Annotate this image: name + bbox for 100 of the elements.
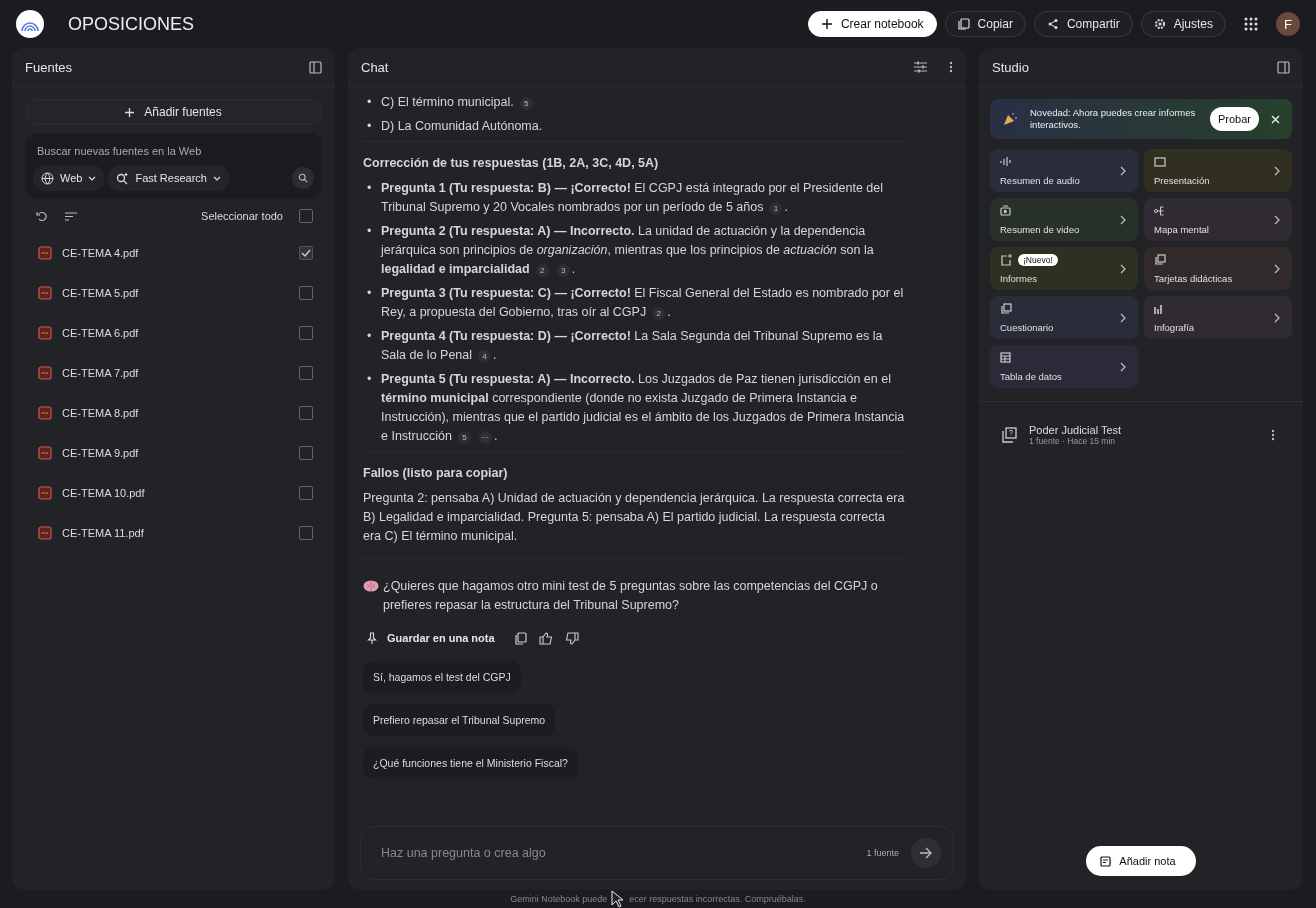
search-icon [298,172,308,184]
add-sources-button[interactable]: Añadir fuentes [25,99,322,125]
source-name[interactable]: CE-TEMA 7.pdf [62,367,289,379]
source-name[interactable]: CE-TEMA 8.pdf [62,407,289,419]
flashcards-icon [1154,253,1166,266]
tune-icon[interactable] [914,61,927,73]
chevron-right-icon [1274,313,1280,323]
source-checkbox[interactable] [299,526,313,540]
note-title: Poder Judicial Test [1029,424,1122,436]
studio-tile[interactable]: Cuestionario [990,296,1138,339]
sort-icon[interactable] [65,211,77,221]
studio-tile[interactable]: Mapa mental [1144,198,1292,241]
refresh-icon[interactable] [36,210,49,222]
chevron-right-icon [1120,264,1126,274]
app-logo-icon[interactable] [16,10,44,38]
copy-button[interactable]: Copiar [944,11,1026,37]
studio-tile[interactable]: Presentación [1144,149,1292,192]
pdf-file-icon [38,446,52,460]
chevron-right-icon [1274,166,1280,176]
bar-chart-icon [1154,303,1164,314]
chevron-right-icon [1120,362,1126,372]
suggestion-chip[interactable]: Prefiero repasar el Tribunal Supremo [363,704,556,736]
source-checkbox[interactable] [299,446,313,460]
studio-tile[interactable]: Tabla de datos [990,345,1138,388]
source-name[interactable]: CE-TEMA 11.pdf [62,527,289,539]
note-meta: 1 fuente · Hace 15 min [1029,436,1116,446]
select-all-checkbox[interactable] [299,209,313,223]
thumbs-down-icon[interactable] [564,631,579,645]
caret-icon [212,175,221,181]
citation-badge[interactable]: 4 [478,350,492,363]
source-name[interactable]: CE-TEMA 6.pdf [62,327,289,339]
suggestion-chip[interactable]: ¿Qué funciones tiene el Ministerio Fiscal? [363,747,578,779]
citation-badge[interactable]: 1 [769,202,783,215]
notebook-title: OPOSICIONES [68,13,195,35]
citation-badge[interactable]: 5 [457,431,471,444]
citation-badge[interactable]: 2 [652,307,666,320]
suggestion-chip[interactable]: Sí, hagamos el test del CGPJ [363,661,521,693]
chevron-right-icon [1120,313,1126,323]
close-icon[interactable] [1271,114,1280,124]
chat-input-field[interactable]: Haz una pregunta o crea algo [379,845,855,861]
collapse-panel-icon[interactable] [1277,60,1290,74]
try-button[interactable]: Probar [1209,107,1259,131]
slides-icon [1154,156,1166,167]
source-name[interactable]: CE-TEMA 5.pdf [62,287,289,299]
bullet-marker: • [367,180,373,197]
source-checkbox[interactable] [299,486,313,500]
studio-tile[interactable]: Resumen de video [990,198,1138,241]
studio-tile[interactable]: Tarjetas didácticas [1144,247,1292,290]
source-name[interactable]: CE-TEMA 9.pdf [62,447,289,459]
sparkle-search-icon [116,171,130,185]
thumbs-up-icon[interactable] [538,631,553,645]
section-heading: Fallos (listo para copiar) [363,465,509,482]
correction-text: Pregunta 3 (Tu respuesta: C) — ¡Correcto! El Fiscal General del Estado es nombrado por el Rey, a propuesta del Gobierno, tras oír al CGPJ 2 . [381,285,905,322]
globe-icon [41,171,54,185]
bullet-marker: • [367,328,373,345]
more-icon[interactable] [1271,429,1275,441]
chevron-right-icon [1274,264,1280,274]
source-checkbox[interactable] [299,406,313,420]
create-notebook-button[interactable]: Crear notebook [807,11,937,37]
note-icon [1100,855,1112,867]
source-checkbox[interactable] [299,366,313,380]
search-button[interactable] [292,167,314,189]
studio-tile[interactable]: Resumen de audio [990,149,1138,192]
source-name[interactable]: CE-TEMA 4.pdf [62,247,289,259]
send-button[interactable] [911,838,941,868]
panel-title: Fuentes [25,59,72,75]
citation-badge[interactable]: 2 [535,264,549,277]
bullet-marker: • [367,223,373,240]
pin-icon [367,632,377,644]
research-mode-button[interactable]: Fast Research [108,165,229,191]
panel-title: Chat [361,59,389,75]
citation-badge[interactable]: ⋯ [478,431,492,444]
share-button[interactable]: Compartir [1033,11,1133,37]
studio-tile[interactable]: ¡Nuevo! Informes [990,247,1138,290]
copy-icon[interactable] [514,631,527,645]
web-search-field[interactable]: Buscar nuevas fuentes en la Web [33,141,322,165]
citation-badge[interactable]: 5 [519,97,533,110]
copy-icon [957,18,970,30]
bullet-marker: • [367,118,373,135]
add-note-button[interactable]: Añadir nota [1086,846,1196,876]
source-checkbox[interactable] [299,246,313,260]
source-name[interactable]: CE-TEMA 10.pdf [62,487,289,499]
saved-quiz-item[interactable]: Poder Judicial Test 1 fuente · Hace 15 min [979,402,1303,446]
share-icon [1046,18,1059,30]
studio-tile[interactable]: Infografía [1144,296,1292,339]
web-dropdown-button[interactable]: Web [33,165,105,191]
correction-text: Pregunta 5 (Tu respuesta: A) — Incorrecto. Los Juzgados de Paz tienen jurisdicción en el término municipal correspondiente (donde no exista Juzgado de Primera Instancia e Instrucción), mientras que el partido judicial es el ámbito de los Juzgados de Primera Instancia e Instrucción 5 ⋯ . [381,371,906,446]
more-icon[interactable] [949,61,953,73]
citation-badge[interactable]: 3 [556,264,570,277]
web-search-box[interactable]: Buscar nuevas fuentes en la Web Web Fast Research [25,133,322,199]
user-avatar[interactable]: F [1276,12,1300,36]
table-icon [1000,352,1011,363]
source-checkbox[interactable] [299,286,313,300]
source-checkbox[interactable] [299,326,313,340]
settings-button[interactable]: Ajustes [1140,11,1226,37]
collapse-panel-icon[interactable] [309,60,322,74]
bullet-marker: • [367,371,373,388]
bullet-marker: • [367,94,373,111]
apps-grid-icon[interactable] [1244,17,1258,31]
party-popper-icon [1002,111,1018,127]
